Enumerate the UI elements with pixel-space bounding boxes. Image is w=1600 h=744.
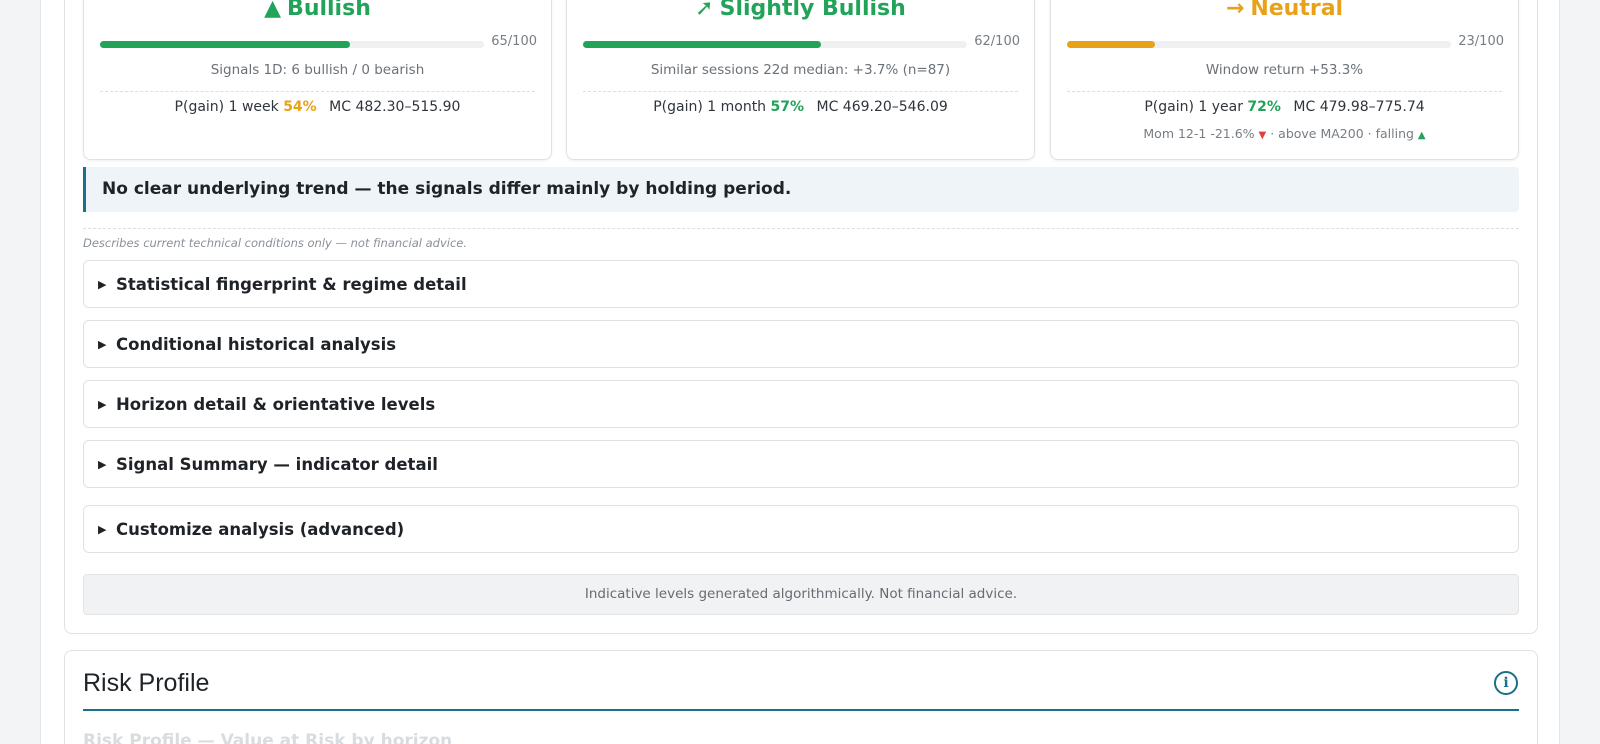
pgain-row: P(gain) 1 week 54% MC 482.30–515.90	[84, 99, 551, 115]
accordion-statistical-fingerprint[interactable]: ▶ Statistical fingerprint & regime detai…	[83, 260, 1519, 308]
score-bar	[583, 41, 967, 48]
window-return: Window return +53.3%	[1205, 62, 1364, 78]
score-value: 62/100	[974, 34, 1020, 49]
pgain-label: P(gain) 1 week	[174, 99, 279, 115]
signal-heading: ➚ Slightly Bullish	[567, 0, 1034, 22]
divider	[1067, 91, 1502, 92]
risk-profile-subtitle: Risk Profile — Value at Risk by horizon	[83, 731, 453, 744]
accordion-label: Conditional historical analysis	[116, 334, 397, 354]
levels-disclaimer: Indicative levels generated algorithmica…	[83, 574, 1519, 615]
trend-callout: No clear underlying trend — the signals …	[83, 167, 1519, 212]
triangle-down-icon: ▼	[1258, 130, 1267, 141]
info-icon[interactable]: i	[1494, 671, 1518, 695]
score-bar-fill	[583, 41, 822, 48]
arrow-up-right-icon: ➚	[695, 0, 714, 21]
divider	[583, 91, 1018, 92]
accordion-label: Signal Summary — indicator detail	[116, 454, 438, 474]
horizon-card-month: ➚ Slightly Bullish 62/100 Similar session…	[566, 0, 1035, 160]
signal-label: Slightly Bullish	[719, 0, 906, 21]
accordion-label: Horizon detail & orientative levels	[116, 394, 436, 414]
signals-summary: Signals 1D: 6 bullish / 0 bearish	[210, 62, 425, 78]
horizon-card-year: → Neutral 23/100 Window return +53.3% P(g…	[1050, 0, 1519, 160]
pgain-row: P(gain) 1 year 72% MC 479.98–775.74	[1051, 99, 1518, 115]
score-bar	[100, 41, 484, 48]
accordion-signal-summary[interactable]: ▶ Signal Summary — indicator detail	[83, 440, 1519, 488]
signal-heading: → Neutral	[1051, 0, 1518, 22]
score-bar-fill	[1067, 41, 1156, 48]
pgain-value: 54%	[283, 99, 317, 115]
accordion-horizon-detail[interactable]: ▶ Horizon detail & orientative levels	[83, 380, 1519, 428]
score-bar-fill	[100, 41, 350, 48]
similar-sessions-summary: Similar sessions 22d median: +3.7% (n=87…	[650, 62, 951, 78]
page: ▲ Bullish 65/100 Signals 1D: 6 bullish / …	[40, 0, 1560, 744]
mc-range: MC 479.98–775.74	[1293, 99, 1425, 115]
title-underline	[83, 709, 1519, 711]
accordion-label: Statistical fingerprint & regime detail	[116, 274, 467, 294]
pgain-row: P(gain) 1 month 57% MC 469.20–546.09	[567, 99, 1034, 115]
triangle-up-icon: ▲	[1417, 130, 1426, 141]
caret-right-icon: ▶	[98, 337, 107, 351]
pgain-value: 57%	[770, 99, 805, 115]
ma200-status: · above MA200 · falling	[1270, 126, 1414, 141]
horizon-cards: ▲ Bullish 65/100 Signals 1D: 6 bullish / …	[83, 0, 1519, 160]
caret-right-icon: ▶	[98, 522, 107, 536]
momentum-value: Mom 12-1 -21.6%	[1143, 126, 1255, 141]
caret-right-icon: ▶	[98, 397, 107, 411]
score-value: 23/100	[1458, 34, 1504, 49]
triangle-up-icon: ▲	[264, 0, 282, 21]
risk-profile-panel: Risk Profile i Risk Profile — Value at R…	[64, 650, 1538, 744]
section-divider	[83, 228, 1519, 229]
mc-range: MC 469.20–546.09	[816, 99, 948, 115]
disclaimer-text: Describes current technical conditions o…	[83, 236, 467, 250]
momentum-row: Mom 12-1 -21.6% ▼ · above MA200 · fallin…	[1051, 126, 1518, 141]
divider	[100, 91, 535, 92]
signal-heading: ▲ Bullish	[84, 0, 551, 22]
score-value: 65/100	[491, 34, 537, 49]
caret-right-icon: ▶	[98, 277, 107, 291]
analysis-panel: ▲ Bullish 65/100 Signals 1D: 6 bullish / …	[64, 0, 1538, 634]
signal-label: Bullish	[287, 0, 371, 21]
signal-label: Neutral	[1250, 0, 1344, 21]
horizon-card-week: ▲ Bullish 65/100 Signals 1D: 6 bullish / …	[83, 0, 552, 160]
pgain-label: P(gain) 1 year	[1144, 99, 1243, 115]
caret-right-icon: ▶	[98, 457, 107, 471]
accordion-label: Customize analysis (advanced)	[116, 519, 405, 539]
score-bar	[1067, 41, 1451, 48]
arrow-right-icon: →	[1225, 0, 1245, 21]
pgain-value: 72%	[1247, 99, 1281, 115]
accordion-customize-analysis[interactable]: ▶ Customize analysis (advanced)	[83, 505, 1519, 553]
mc-range: MC 482.30–515.90	[329, 99, 461, 115]
pgain-label: P(gain) 1 month	[653, 99, 767, 115]
accordion-conditional-historical[interactable]: ▶ Conditional historical analysis	[83, 320, 1519, 368]
section-title: Risk Profile	[83, 669, 210, 697]
